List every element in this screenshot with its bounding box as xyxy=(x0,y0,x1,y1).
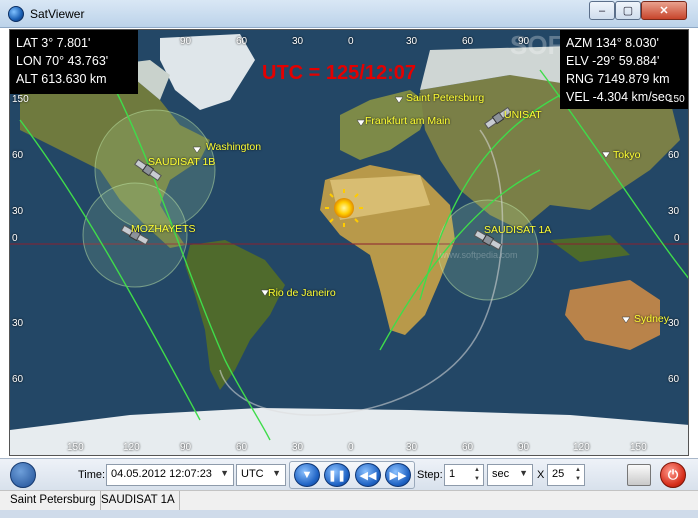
screenshot-camera-icon[interactable] xyxy=(627,464,651,486)
tracking-elv: ELV -29° 59.884' xyxy=(566,54,660,68)
top-tick: 0 xyxy=(348,36,354,47)
right-tick: 0 xyxy=(674,233,680,244)
settings-tools-icon[interactable] xyxy=(10,462,36,488)
spinner-icon[interactable]: ▲ ▼ xyxy=(472,466,482,484)
bottom-tick: 60 xyxy=(462,442,474,453)
observer-lat: LAT 3° 7.801' xyxy=(16,36,91,50)
window-bottom-border xyxy=(0,510,698,518)
bottom-tick: 120 xyxy=(573,442,590,453)
right-tick: 60 xyxy=(668,150,680,161)
right-tick: 30 xyxy=(668,206,680,217)
step-value: 1 xyxy=(449,468,456,480)
sync-now-button[interactable]: ▼ xyxy=(294,463,320,487)
tracking-azm: AZM 134° 8.030' xyxy=(566,36,659,50)
utc-clock: UTC = 125/12:07 xyxy=(262,62,416,84)
close-button[interactable]: ✕ xyxy=(641,1,687,20)
top-tick: 90 xyxy=(518,36,530,47)
chevron-down-icon: ▼ xyxy=(272,468,281,478)
sun-icon xyxy=(334,198,354,218)
city-label-sydney[interactable]: Sydney xyxy=(634,313,669,325)
maximize-button[interactable]: ▢ xyxy=(615,1,641,20)
bottom-tick: 150 xyxy=(630,442,647,453)
bottom-tick: 60 xyxy=(236,442,248,453)
satellite-label-saudisat-1b[interactable]: SAUDISAT 1B xyxy=(148,156,215,168)
satellite-label-saudisat-1a[interactable]: SAUDISAT 1A xyxy=(484,224,551,236)
control-toolbar: Time: 04.05.2012 12:07:23 ▼ UTC ▼ ▼ ❚❚ ◀… xyxy=(0,458,698,490)
chevron-down-icon: ▼ xyxy=(519,468,528,478)
tracking-vel: VEL -4.304 km/sec xyxy=(566,90,672,104)
minimize-button[interactable]: – xyxy=(589,1,615,20)
left-tick: 60 xyxy=(12,150,24,161)
step-unit-value: sec xyxy=(492,468,510,480)
satellite-label-unisat[interactable]: UNISAT xyxy=(504,109,542,121)
left-tick: 0 xyxy=(12,233,18,244)
power-button[interactable]: ⏻ xyxy=(660,462,686,488)
step-unit-select[interactable]: sec ▼ xyxy=(487,464,533,486)
title-bar: SatViewer – ▢ ✕ xyxy=(0,0,698,28)
status-satellite: SAUDISAT 1A xyxy=(97,491,180,511)
right-tick: 150 xyxy=(668,94,685,105)
bottom-tick: 30 xyxy=(292,442,304,453)
city-label-tokyo[interactable]: Tokyo xyxy=(613,149,640,161)
bottom-tick: 120 xyxy=(123,442,140,453)
top-tick: 90 xyxy=(180,36,192,47)
tracking-rng: RNG 7149.879 km xyxy=(566,72,670,86)
city-label-rio[interactable]: Rio de Janeiro xyxy=(268,287,336,299)
right-tick: 30 xyxy=(668,318,680,329)
bottom-tick: 150 xyxy=(67,442,84,453)
left-tick: 60 xyxy=(12,374,24,385)
right-tick: 60 xyxy=(668,374,680,385)
top-tick: 30 xyxy=(406,36,418,47)
timezone-select[interactable]: UTC ▼ xyxy=(236,464,286,486)
observer-lon: LON 70° 43.763' xyxy=(16,54,109,68)
app-globe-icon xyxy=(8,6,24,22)
top-tick: 60 xyxy=(462,36,474,47)
bottom-tick: 90 xyxy=(518,442,530,453)
pause-button[interactable]: ❚❚ xyxy=(324,463,350,487)
multiplier-label: X xyxy=(537,469,545,481)
left-tick: 30 xyxy=(12,206,24,217)
status-location: Saint Petersburg xyxy=(6,491,101,511)
status-bar: Saint Petersburg SAUDISAT 1A xyxy=(0,490,698,511)
spinner-icon[interactable]: ▲ ▼ xyxy=(573,466,583,484)
window-title: SatViewer xyxy=(30,7,85,21)
left-tick: 150 xyxy=(12,94,29,105)
watermark-url: www.softpedia.com xyxy=(439,250,518,260)
bottom-tick: 90 xyxy=(180,442,192,453)
time-label: Time: xyxy=(78,469,106,481)
rewind-button[interactable]: ◀◀ xyxy=(355,463,381,487)
world-map[interactable]: SOFTPEDIA www.softpedia.com LAT 3° 7.801… xyxy=(9,29,689,456)
fast-forward-button[interactable]: ▶▶ xyxy=(385,463,411,487)
chevron-down-icon: ▼ xyxy=(220,468,229,478)
observer-alt: ALT 613.630 km xyxy=(16,72,107,86)
step-label: Step: xyxy=(417,469,443,481)
city-label-washington[interactable]: Washington xyxy=(206,141,261,153)
top-tick: 60 xyxy=(236,36,248,47)
time-value: 04.05.2012 12:07:23 xyxy=(111,468,212,480)
step-input[interactable]: 1 ▲ ▼ xyxy=(444,464,484,486)
top-tick: 30 xyxy=(292,36,304,47)
timezone-value: UTC xyxy=(241,468,264,480)
observer-info-panel: LAT 3° 7.801' LON 70° 43.763' ALT 613.63… xyxy=(10,30,138,94)
bottom-tick: 0 xyxy=(348,442,354,453)
bottom-tick: 30 xyxy=(406,442,418,453)
left-tick: 30 xyxy=(12,318,24,329)
city-label-frankfurt[interactable]: Frankfurt am Main xyxy=(365,115,450,127)
multiplier-value: 25 xyxy=(552,468,565,480)
time-picker[interactable]: 04.05.2012 12:07:23 ▼ xyxy=(106,464,234,486)
city-label-saint-petersburg[interactable]: Saint Petersburg xyxy=(406,92,484,104)
satellite-label-mozhayets[interactable]: MOZHAYETS xyxy=(131,223,196,235)
multiplier-input[interactable]: 25 ▲ ▼ xyxy=(547,464,585,486)
